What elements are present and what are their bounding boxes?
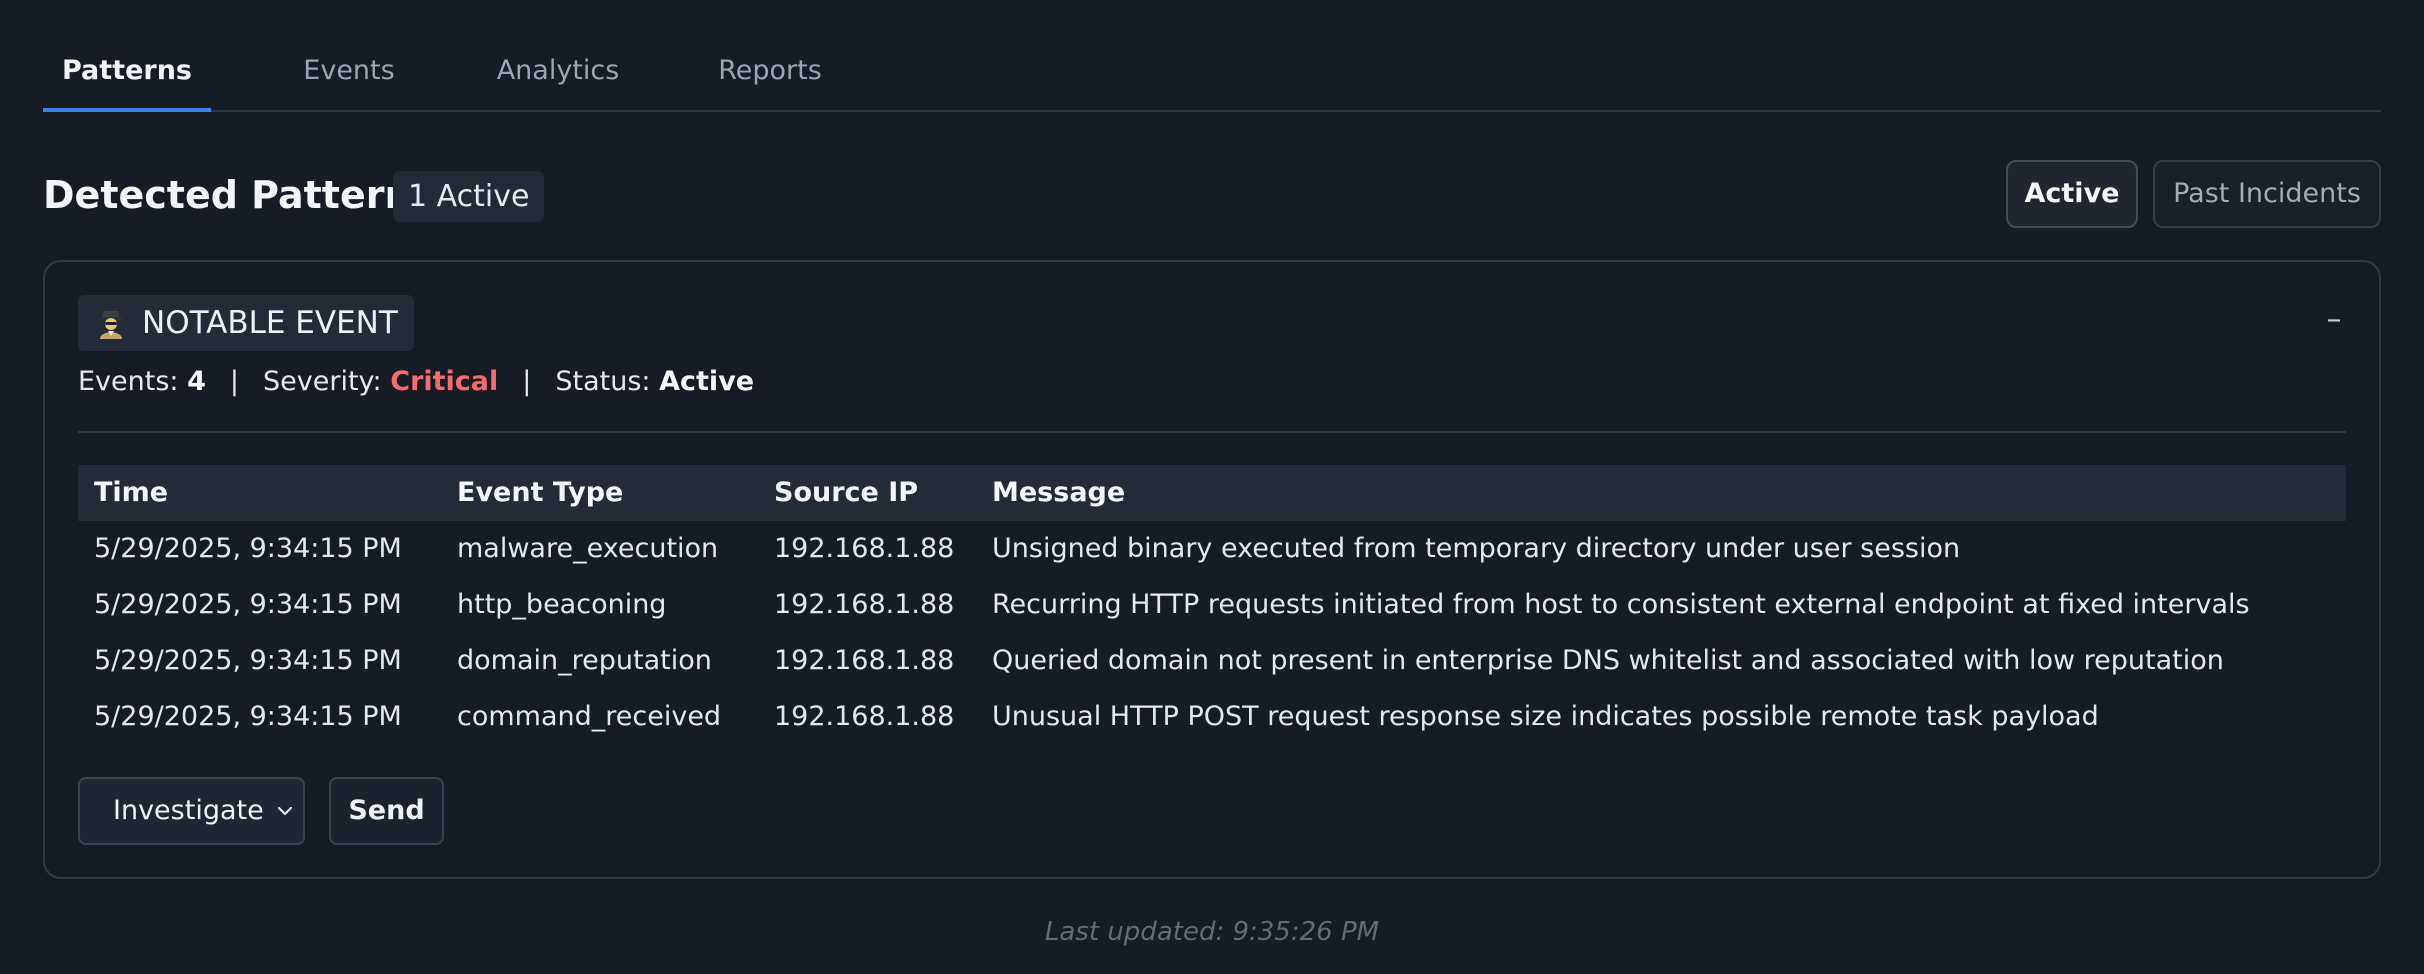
cell-time: 5/29/2025, 9:34:15 PM [94, 701, 402, 732]
cell-time: 5/29/2025, 9:34:15 PM [94, 589, 402, 620]
active-tab-indicator [43, 108, 211, 112]
cell-event-type: command_received [457, 701, 722, 732]
cell-time: 5/29/2025, 9:34:15 PM [94, 645, 402, 676]
status-label: Status: [555, 366, 651, 397]
page-title: Detected Patterns [43, 173, 435, 217]
column-header-time: Time [94, 477, 169, 508]
spy-icon [99, 311, 123, 339]
tab-label: Events [303, 55, 395, 86]
cell-event-type: http_beaconing [457, 589, 667, 620]
events-label: Events: [78, 366, 179, 397]
status-value: Active [659, 366, 755, 397]
events-table: Time Event Type Source IP Message 5/29/2… [78, 465, 2346, 745]
cell-source-ip: 192.168.1.88 [774, 701, 955, 732]
active-filter-button[interactable]: Active [2006, 160, 2138, 228]
send-button[interactable]: Send [329, 777, 444, 845]
tab-label: Patterns [61, 55, 193, 86]
cell-time: 5/29/2025, 9:34:15 PM [94, 533, 402, 564]
cell-event-type: domain_reputation [457, 645, 712, 676]
tab-bar: Patterns Events Analytics Reports [43, 0, 2381, 112]
notable-event-badge: NOTABLE EVENT [78, 295, 414, 351]
cell-source-ip: 192.168.1.88 [774, 645, 955, 676]
cell-source-ip: 192.168.1.88 [774, 533, 955, 564]
cell-message: Queried domain not present in enterprise… [992, 645, 2224, 676]
meta-separator: | [229, 366, 240, 397]
tab-patterns[interactable]: Patterns [43, 54, 211, 112]
pattern-meta: Events: 4 | Severity: Critical | Status: Act… [78, 362, 754, 402]
table-row: 5/29/2025, 9:34:15 PM malware_execution … [78, 521, 2346, 577]
active-count-badge: 1 Active [393, 171, 545, 222]
cell-source-ip: 192.168.1.88 [774, 589, 955, 620]
last-updated-text: Last updated: 9:35:26 PM [1044, 917, 1380, 947]
cell-message: Unusual HTTP POST request response size … [992, 701, 2099, 732]
severity-value: Critical [390, 366, 499, 397]
column-header-event-type: Event Type [457, 477, 624, 508]
page: Patterns Events Analytics Reports Detect… [0, 0, 2424, 974]
card-divider [78, 431, 2346, 433]
tab-label: Analytics [496, 55, 620, 86]
cell-message: Unsigned binary executed from temporary … [992, 533, 1961, 564]
column-header-message: Message [992, 477, 1126, 508]
tab-reports[interactable]: Reports [695, 54, 845, 110]
events-count: 4 [187, 366, 206, 397]
chevron-down-icon [277, 806, 293, 816]
pattern-card: NOTABLE EVENT – Events: 4 | Severity: Crit… [43, 260, 2381, 879]
cell-message: Recurring HTTP requests initiated from h… [992, 589, 2250, 620]
event-badge-label: NOTABLE EVENT [142, 305, 398, 341]
tab-events[interactable]: Events [279, 54, 419, 110]
tab-label: Reports [718, 55, 822, 86]
action-select[interactable]: Investigate [78, 777, 305, 845]
collapse-button[interactable]: – [2319, 302, 2349, 338]
table-row: 5/29/2025, 9:34:15 PM domain_reputation … [78, 633, 2346, 689]
meta-separator: | [522, 366, 532, 397]
action-select-value: Investigate [113, 795, 264, 826]
table-header: Time Event Type Source IP Message [78, 465, 2346, 521]
table-row: 5/29/2025, 9:34:15 PM http_beaconing 192… [78, 577, 2346, 633]
table-row: 5/29/2025, 9:34:15 PM command_received 1… [78, 689, 2346, 745]
severity-label: Severity: [263, 366, 382, 397]
column-header-source-ip: Source IP [774, 477, 919, 508]
cell-event-type: malware_execution [457, 533, 719, 564]
past-incidents-button[interactable]: Past Incidents [2153, 160, 2381, 228]
tab-analytics[interactable]: Analytics [473, 54, 643, 110]
